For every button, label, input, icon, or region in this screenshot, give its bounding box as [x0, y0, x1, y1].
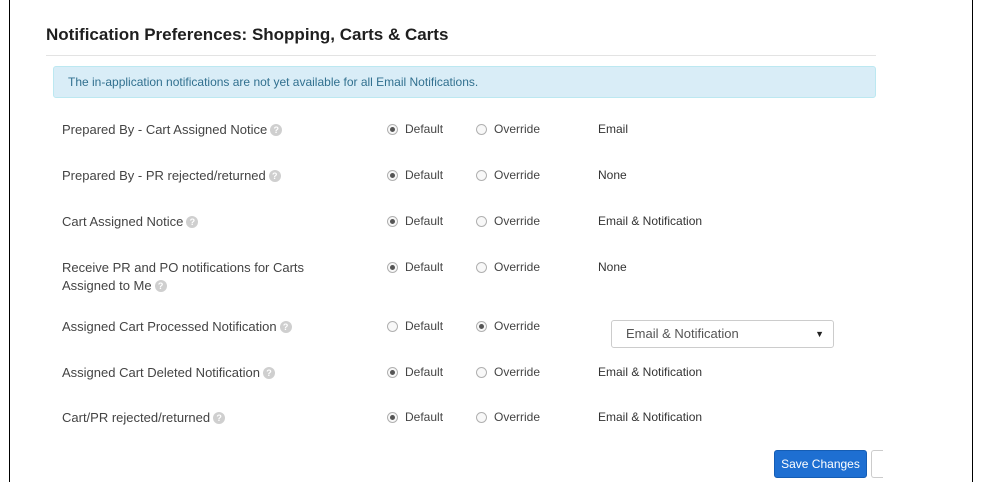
- override-radio[interactable]: Override: [476, 365, 540, 379]
- default-radio[interactable]: Default: [387, 365, 443, 379]
- default-radio[interactable]: Default: [387, 214, 443, 228]
- override-radio[interactable]: Override: [476, 260, 540, 274]
- radio-circle[interactable]: [476, 320, 487, 332]
- radio-label: Override: [494, 214, 541, 228]
- radio-label: Override: [494, 260, 541, 274]
- preference-label: Receive PR and PO notifications for Cart…: [62, 259, 352, 295]
- default-radio[interactable]: Default: [387, 260, 443, 274]
- radio-label: Default: [405, 214, 444, 228]
- notification-value: None: [598, 168, 627, 182]
- preference-label-text: Assigned Cart Deleted Notification: [62, 365, 260, 380]
- notification-preferences-panel: Notification Preferences: Shopping, Cart…: [9, 0, 973, 482]
- preference-row: Cart/PR rejected/returned? Default Overr…: [10, 409, 974, 439]
- radio-label: Override: [494, 122, 541, 136]
- radio-label: Default: [405, 122, 444, 136]
- caret-down-icon: ▼: [815, 329, 824, 339]
- preference-label-text: Cart/PR rejected/returned: [62, 410, 211, 425]
- override-radio[interactable]: Override: [476, 319, 540, 333]
- help-icon[interactable]: ?: [154, 280, 167, 292]
- radio-label: Override: [494, 365, 541, 379]
- preference-row: Prepared By - PR rejected/returned? Defa…: [10, 167, 974, 197]
- notification-value: None: [598, 260, 627, 274]
- radio-label: Override: [494, 168, 541, 182]
- preference-label: Assigned Cart Deleted Notification?: [62, 364, 352, 382]
- help-icon[interactable]: ?: [186, 216, 199, 228]
- preference-label-text: Receive PR and PO notifications for Cart…: [62, 260, 305, 293]
- preference-label: Cart Assigned Notice?: [62, 213, 352, 231]
- help-icon[interactable]: ?: [279, 321, 292, 333]
- notification-value: Email & Notification: [598, 365, 703, 379]
- info-alert: The in-application notifications are not…: [53, 66, 876, 98]
- preference-label-text: Prepared By - Cart Assigned Notice: [62, 122, 268, 137]
- radio-label: Override: [494, 319, 541, 333]
- preference-label-text: Cart Assigned Notice: [62, 214, 184, 229]
- preference-label-text: Assigned Cart Processed Notification: [62, 319, 277, 334]
- radio-circle[interactable]: [387, 123, 398, 135]
- override-radio[interactable]: Override: [476, 122, 540, 136]
- radio-circle[interactable]: [476, 169, 487, 181]
- preference-label: Prepared By - Cart Assigned Notice?: [62, 121, 352, 139]
- default-radio[interactable]: Default: [387, 319, 443, 333]
- radio-circle[interactable]: [476, 123, 487, 135]
- radio-circle[interactable]: [476, 366, 487, 378]
- preference-row: Assigned Cart Deleted Notification? Defa…: [10, 364, 974, 394]
- preference-row: Receive PR and PO notifications for Cart…: [10, 259, 974, 293]
- override-radio[interactable]: Override: [476, 214, 540, 228]
- notification-method-select[interactable]: Email & Notification ▼: [611, 320, 834, 348]
- default-radio[interactable]: Default: [387, 122, 443, 136]
- save-changes-button[interactable]: Save Changes: [774, 450, 867, 478]
- radio-label: Default: [405, 410, 444, 424]
- help-icon[interactable]: ?: [270, 124, 283, 136]
- help-icon[interactable]: ?: [263, 367, 275, 379]
- help-icon[interactable]: ?: [268, 170, 281, 182]
- preference-label-text: Prepared By - PR rejected/returned: [62, 168, 266, 183]
- radio-circle[interactable]: [476, 261, 487, 273]
- notification-value: Email & Notification: [598, 214, 703, 228]
- radio-label: Default: [405, 365, 444, 379]
- notification-value: Email: [598, 122, 629, 136]
- radio-label: Default: [405, 168, 444, 182]
- radio-circle[interactable]: [387, 366, 398, 378]
- notification-value: Email & Notification: [598, 410, 703, 424]
- radio-label: Default: [405, 319, 444, 333]
- radio-circle[interactable]: [387, 169, 398, 181]
- radio-label: Default: [405, 260, 444, 274]
- radio-circle[interactable]: [387, 215, 398, 227]
- default-radio[interactable]: Default: [387, 168, 443, 182]
- preference-row: Cart Assigned Notice? Default Override E…: [10, 213, 974, 243]
- preference-label: Prepared By - PR rejected/returned?: [62, 167, 352, 185]
- preference-label: Assigned Cart Processed Notification?: [62, 318, 352, 336]
- radio-label: Override: [494, 410, 541, 424]
- override-radio[interactable]: Override: [476, 168, 540, 182]
- preference-label: Cart/PR rejected/returned?: [62, 409, 352, 427]
- page-title: Notification Preferences: Shopping, Cart…: [46, 25, 449, 44]
- radio-circle[interactable]: [476, 411, 487, 423]
- preference-row: Assigned Cart Processed Notification? De…: [10, 318, 974, 348]
- radio-circle[interactable]: [476, 215, 487, 227]
- radio-circle[interactable]: [387, 261, 398, 273]
- title-divider: [46, 55, 876, 56]
- radio-circle[interactable]: [387, 320, 398, 332]
- radio-circle[interactable]: [387, 411, 398, 423]
- override-radio[interactable]: Override: [476, 410, 540, 424]
- help-icon[interactable]: ?: [213, 412, 226, 424]
- default-radio[interactable]: Default: [387, 410, 443, 424]
- secondary-button[interactable]: [871, 450, 883, 478]
- preference-row: Prepared By - Cart Assigned Notice? Defa…: [10, 121, 974, 151]
- select-value: Email & Notification: [626, 326, 739, 341]
